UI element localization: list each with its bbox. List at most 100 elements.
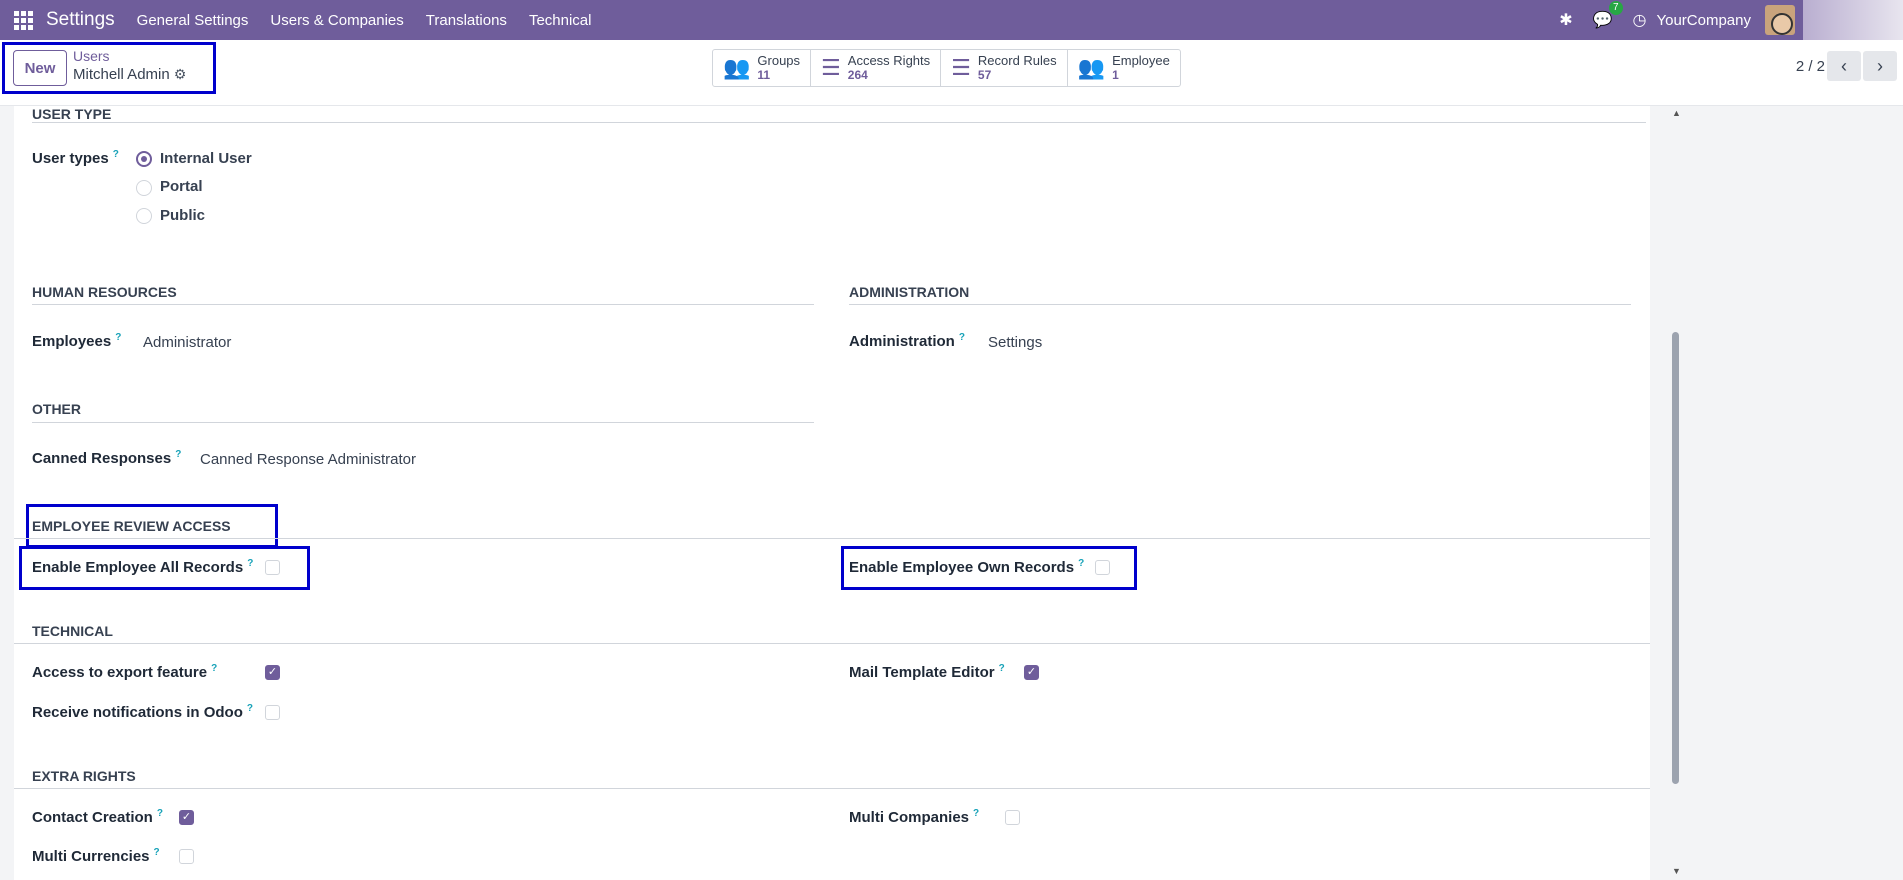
help-icon[interactable]: ?: [115, 332, 121, 343]
stat-groups[interactable]: 👥 Groups 11: [713, 50, 812, 86]
pager-previous-button[interactable]: ‹: [1827, 51, 1861, 81]
field-value-canned-responses[interactable]: Canned Response Administrator: [200, 451, 416, 468]
smart-buttons: 👥 Groups 11 ☰ Access Rights 264 ☰ Record R…: [712, 49, 1181, 87]
chat-icon[interactable]: 💬 7: [1593, 1, 1623, 30]
stat-record-rules[interactable]: ☰ Record Rules 57: [941, 50, 1068, 86]
field-label-text: Contact Creation: [32, 809, 153, 826]
top-navbar: Settings General Settings Users & Compan…: [0, 0, 1903, 40]
pager-next-button[interactable]: ›: [1863, 51, 1897, 81]
help-icon[interactable]: ?: [247, 703, 253, 714]
app-brand[interactable]: Settings: [46, 9, 115, 31]
menu-technical[interactable]: Technical: [529, 12, 592, 29]
menu-translations[interactable]: Translations: [426, 12, 507, 29]
company-switcher[interactable]: YourCompany: [1656, 12, 1751, 29]
form-sheet: USER TYPE User types? Internal User Port…: [14, 106, 1650, 880]
checkbox-mail-template[interactable]: ✓: [1024, 665, 1039, 680]
help-icon[interactable]: ?: [157, 808, 163, 819]
radio-label-portal[interactable]: Portal: [160, 178, 203, 195]
control-panel: New Users Mitchell Admin ⚙ 👥 Groups 11 ☰ A…: [0, 40, 1903, 106]
apps-menu-icon[interactable]: [0, 0, 46, 40]
new-button[interactable]: New: [13, 50, 67, 86]
section-divider: [32, 122, 1646, 123]
section-title-other: OTHER: [32, 401, 81, 417]
field-label-multi-currencies: Multi Currencies?: [32, 847, 160, 865]
field-label-text: Canned Responses: [32, 450, 172, 467]
help-icon[interactable]: ?: [973, 808, 979, 819]
users-icon: 👥: [1077, 55, 1106, 80]
radio-label-public[interactable]: Public: [160, 207, 205, 224]
stat-label: Groups: [757, 53, 801, 68]
field-label-export: Access to export feature?: [32, 663, 217, 681]
section-title-administration: ADMINISTRATION: [849, 284, 970, 300]
stat-value: 57: [977, 68, 992, 82]
radio-label-internal-user[interactable]: Internal User: [160, 150, 252, 167]
field-label-multi-companies: Multi Companies?: [849, 808, 979, 826]
stat-label: Employee: [1112, 53, 1170, 68]
help-icon[interactable]: ?: [211, 663, 217, 674]
checkbox-multi-currencies[interactable]: [179, 849, 194, 864]
field-label-administration: Administration?: [849, 332, 965, 350]
field-label-text: Enable Employee Own Records: [849, 559, 1075, 576]
help-icon[interactable]: ?: [999, 663, 1005, 674]
blurred-region: [1803, 0, 1903, 40]
stat-value: 11: [757, 68, 771, 82]
stat-access-rights[interactable]: ☰ Access Rights 264: [811, 50, 942, 86]
field-label-employees: Employees?: [32, 332, 121, 350]
users-icon: 👥: [723, 55, 751, 80]
scrollbar-thumb[interactable]: [1672, 332, 1679, 784]
section-title-human-resources: HUMAN RESOURCES: [32, 284, 177, 300]
help-icon[interactable]: ?: [154, 847, 160, 858]
help-icon[interactable]: ?: [113, 149, 119, 160]
scroll-down-arrow-icon[interactable]: ▼: [1672, 866, 1681, 876]
field-label-user-types: User types?: [32, 149, 119, 167]
list-icon: ☰: [821, 55, 841, 80]
section-divider: [849, 304, 1631, 305]
stat-label: Access Rights: [847, 53, 931, 68]
radio-internal-user[interactable]: [136, 151, 152, 167]
field-label-mail-template: Mail Template Editor?: [849, 663, 1005, 681]
menu-users-companies[interactable]: Users & Companies: [270, 12, 403, 29]
field-label-employee-own-records: Enable Employee Own Records?: [849, 558, 1084, 576]
field-label-employee-all-records: Enable Employee All Records?: [32, 558, 253, 576]
help-icon[interactable]: ?: [175, 449, 181, 460]
breadcrumb-current-label: Mitchell Admin: [73, 66, 170, 83]
menu-general-settings[interactable]: General Settings: [137, 12, 249, 29]
field-label-notifications: Receive notifications in Odoo?: [32, 703, 253, 721]
checkbox-employee-all-records[interactable]: [265, 560, 280, 575]
radio-portal[interactable]: [136, 180, 152, 196]
pager-value[interactable]: 2 / 2: [1796, 58, 1825, 75]
field-label-text: Access to export feature: [32, 664, 208, 681]
section-divider: [32, 422, 814, 423]
checkbox-multi-companies[interactable]: [1005, 810, 1020, 825]
stat-value: 264: [847, 68, 868, 82]
message-count-badge: 7: [1608, 1, 1623, 15]
stat-value: 1: [1112, 68, 1119, 82]
section-title-user-type: USER TYPE: [32, 106, 112, 122]
breadcrumb-parent[interactable]: Users: [73, 48, 110, 64]
bug-icon[interactable]: ✱: [1559, 10, 1572, 30]
gear-icon[interactable]: ⚙: [174, 66, 187, 83]
field-value-employees[interactable]: Administrator: [143, 334, 231, 351]
user-avatar[interactable]: [1765, 5, 1795, 35]
section-title-employee-review: EMPLOYEE REVIEW ACCESS: [32, 518, 231, 534]
clock-icon[interactable]: ◷: [1633, 10, 1647, 30]
field-label-text: Receive notifications in Odoo: [32, 704, 243, 721]
checkbox-export[interactable]: ✓: [265, 665, 280, 680]
field-label-text: Employees: [32, 333, 112, 350]
section-divider: [14, 538, 1650, 539]
checkbox-employee-own-records[interactable]: [1095, 560, 1110, 575]
help-icon[interactable]: ?: [247, 558, 253, 569]
list-icon: ☰: [951, 55, 971, 80]
scroll-up-arrow-icon[interactable]: ▲: [1672, 108, 1681, 118]
help-icon[interactable]: ?: [1078, 558, 1084, 569]
checkbox-notifications[interactable]: [265, 705, 280, 720]
checkbox-contact-creation[interactable]: ✓: [179, 810, 194, 825]
breadcrumb-current: Mitchell Admin ⚙: [73, 66, 186, 83]
section-divider: [32, 304, 814, 305]
radio-public[interactable]: [136, 208, 152, 224]
help-icon[interactable]: ?: [959, 332, 965, 343]
stat-employee[interactable]: 👥 Employee 1: [1068, 50, 1180, 86]
field-label-contact-creation: Contact Creation?: [32, 808, 163, 826]
field-value-administration[interactable]: Settings: [988, 334, 1042, 351]
field-label-canned-responses: Canned Responses?: [32, 449, 181, 467]
